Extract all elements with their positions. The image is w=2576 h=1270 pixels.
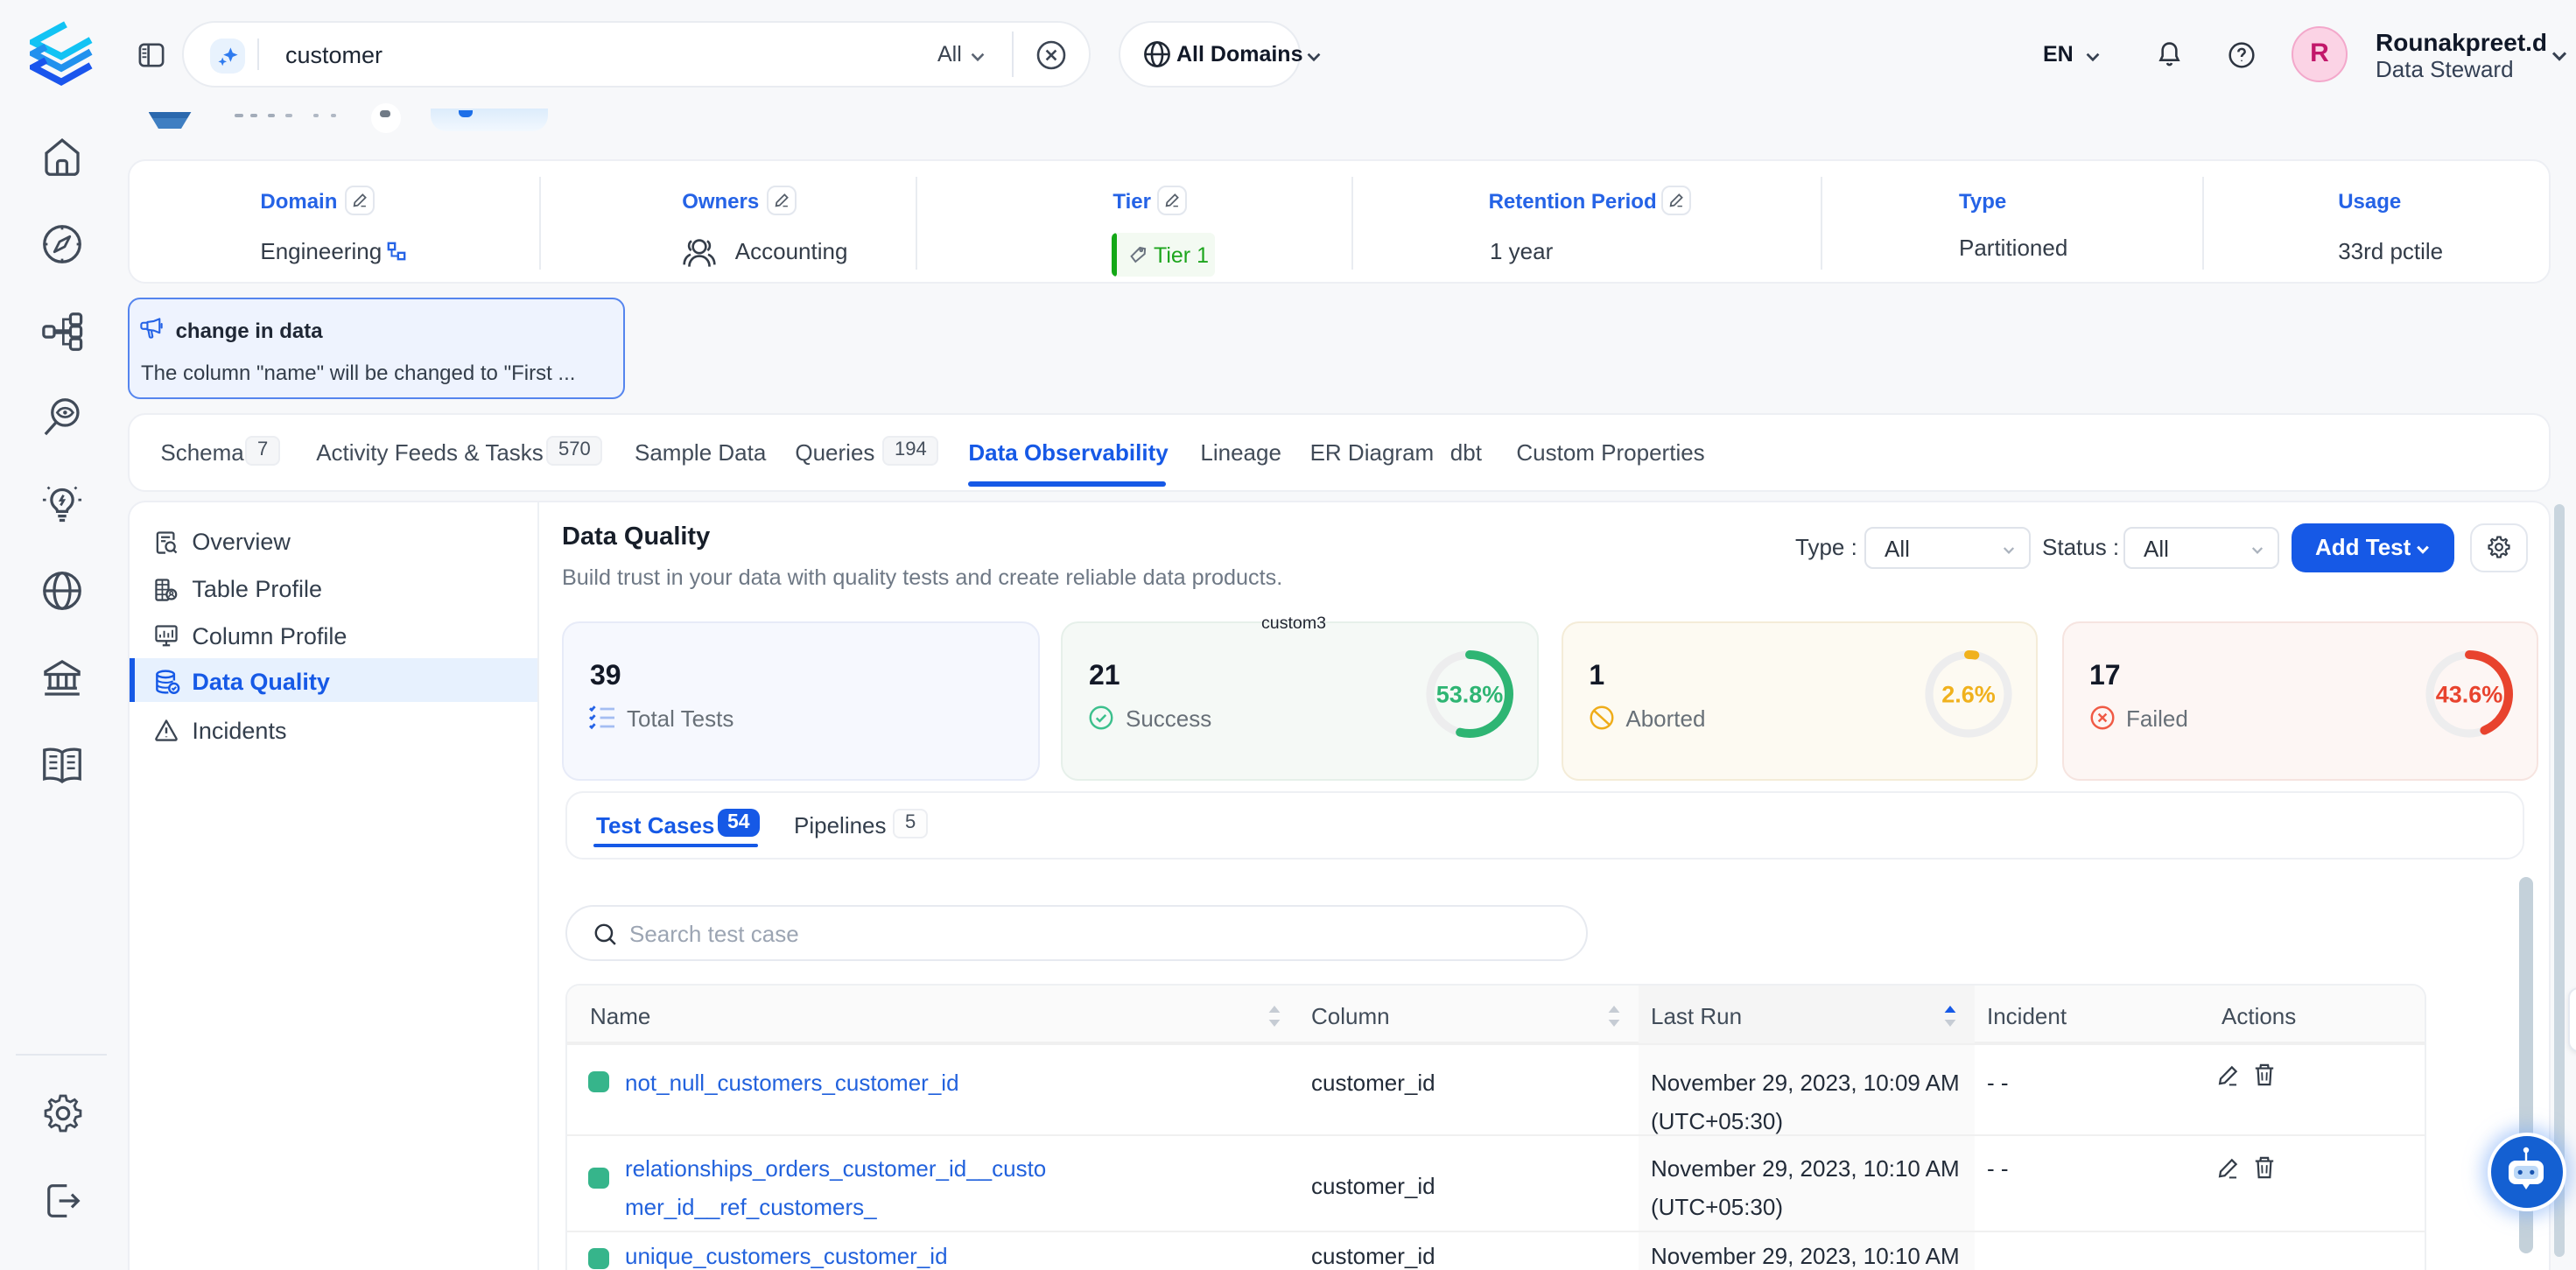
svg-text:43.6%: 43.6% <box>2436 681 2503 707</box>
svg-text:53.8%: 53.8% <box>1435 681 1503 707</box>
svg-text:2.6%: 2.6% <box>1942 681 1997 707</box>
